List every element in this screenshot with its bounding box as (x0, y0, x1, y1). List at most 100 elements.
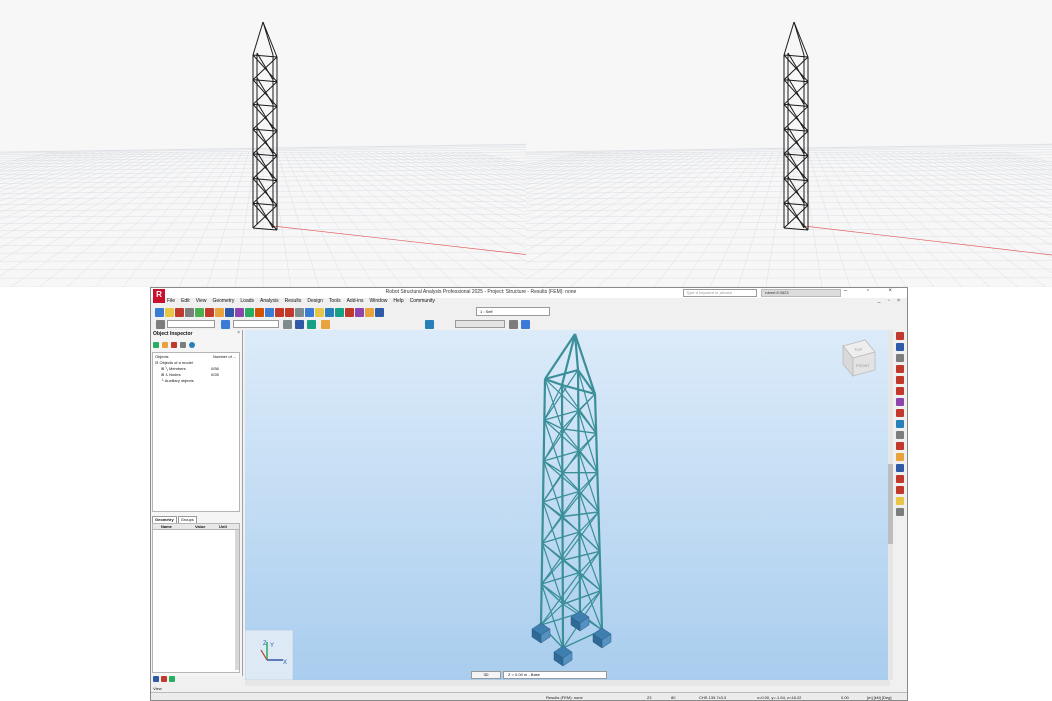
tab-groups[interactable]: Groups (177, 516, 197, 523)
tree-item-objects[interactable]: ⊟ Objects of a model (155, 360, 193, 365)
scrollbar-thumb[interactable] (888, 464, 893, 544)
load-case-select[interactable]: 1 : Self (476, 307, 550, 316)
level-selector[interactable]: Z = 0.00 m - Base (503, 671, 607, 679)
app-logo[interactable]: R (153, 289, 165, 303)
right-tool-icon[interactable] (896, 398, 904, 406)
toolbar-tool-icon[interactable] (165, 307, 174, 317)
right-tool-icon[interactable] (896, 508, 904, 516)
selection-icon[interactable] (156, 320, 165, 329)
tree-item-label: Nodes (169, 372, 181, 377)
toolbar-tool-icon[interactable] (175, 307, 184, 317)
right-tool-icon[interactable] (896, 497, 904, 505)
toolbar-tool-icon[interactable] (375, 307, 384, 317)
right-tool-icon[interactable] (896, 486, 904, 494)
viewport-horizontal-scrollbar[interactable] (245, 680, 890, 686)
props-col-name: Name (161, 524, 172, 529)
toolbar-tool-icon[interactable] (355, 307, 364, 317)
attributes-icon[interactable] (161, 676, 167, 682)
toolbar-tool-icon[interactable] (265, 307, 274, 317)
selection-dropdown[interactable] (167, 320, 215, 328)
search-input[interactable]: Type a keyword or phrase (683, 289, 757, 297)
user-account[interactable]: robert.fl 0623 (761, 289, 841, 297)
status-section[interactable]: CHS 139.7x3.3 (699, 695, 726, 700)
menu-results[interactable]: Results (285, 298, 308, 306)
menu-tools[interactable]: Tools (329, 298, 347, 306)
screen-icon[interactable] (295, 320, 304, 329)
close-icon[interactable]: × (237, 330, 240, 336)
tab-geometry[interactable]: Geometry (152, 516, 177, 523)
menu-window[interactable]: Window (370, 298, 394, 306)
toolbar-tool-icon[interactable] (305, 307, 314, 317)
filter-icon[interactable] (153, 342, 159, 348)
help-icon[interactable] (189, 342, 195, 348)
right-tool-icon[interactable] (896, 343, 904, 351)
menu-analysis[interactable]: Analysis (260, 298, 285, 306)
status-count-1: 23 (647, 695, 652, 700)
toolbar-tool-icon[interactable] (205, 307, 214, 317)
toolbar-tool-icon[interactable] (185, 307, 194, 317)
toolbar-tool-icon[interactable] (215, 307, 224, 317)
toolbar-tool-icon[interactable] (195, 307, 204, 317)
toolbar-tool-icon[interactable] (335, 307, 344, 317)
right-tool-icon[interactable] (896, 453, 904, 461)
right-tool-icon[interactable] (896, 420, 904, 428)
filter-view-icon[interactable] (169, 676, 175, 682)
menu-loads[interactable]: Loads (240, 298, 260, 306)
3d-viewport[interactable]: TOP FRONT Z Y X (245, 330, 890, 680)
settings-icon[interactable] (171, 342, 177, 348)
properties-scrollbar[interactable] (235, 530, 239, 670)
toolbar-tool-icon[interactable] (365, 307, 374, 317)
document-controls[interactable]: _ ▫ × (878, 298, 903, 304)
right-tool-icon[interactable] (896, 332, 904, 340)
tree-item-auxiliary[interactable]: └ Auxiliary objects (161, 378, 194, 383)
search-icon[interactable] (180, 342, 186, 348)
tab-3d-view[interactable]: 3D (471, 671, 501, 679)
menu-design[interactable]: Design (307, 298, 329, 306)
right-tool-icon[interactable] (896, 475, 904, 483)
toolbar-tool-icon[interactable] (225, 307, 234, 317)
toolbar-tool-icon[interactable] (345, 307, 354, 317)
layers-icon[interactable] (307, 320, 316, 329)
menu-view[interactable]: View (196, 298, 213, 306)
coords-icon[interactable] (425, 320, 434, 329)
toolbar-tool-icon[interactable] (315, 307, 324, 317)
sort-icon[interactable] (162, 342, 168, 348)
menu-edit[interactable]: Edit (181, 298, 196, 306)
menu-geometry[interactable]: Geometry (212, 298, 240, 306)
display-icon[interactable] (283, 320, 292, 329)
toolbar-tool-icon[interactable] (245, 307, 254, 317)
right-tool-icon[interactable] (896, 354, 904, 362)
toolbar-tool-icon[interactable] (285, 307, 294, 317)
right-tool-icon[interactable] (896, 464, 904, 472)
menu-add-ins[interactable]: Add-ins (347, 298, 370, 306)
toolbar-tool-icon[interactable] (295, 307, 304, 317)
right-tool-icon[interactable] (896, 387, 904, 395)
section-dropdown[interactable] (233, 320, 279, 328)
status-units[interactable]: [m] [kN] [Deg] (867, 695, 891, 700)
properties-header: Name Value Unit (153, 524, 239, 530)
right-tool-icon[interactable] (896, 431, 904, 439)
right-tool-icon[interactable] (896, 365, 904, 373)
right-tool-icon[interactable] (896, 409, 904, 417)
right-tool-icon[interactable] (896, 442, 904, 450)
section-icon[interactable] (221, 320, 230, 329)
toolbar-tool-icon[interactable] (235, 307, 244, 317)
menu-community[interactable]: Community (410, 298, 441, 306)
view-icon[interactable] (153, 676, 159, 682)
eye-icon[interactable] (509, 320, 518, 329)
viewport-vertical-scrollbar[interactable] (888, 330, 893, 680)
measure-icon[interactable] (521, 320, 530, 329)
props-col-value: Value (195, 524, 206, 529)
window-controls[interactable]: – ▫ × (844, 288, 901, 294)
toolbar-tool-icon[interactable] (155, 307, 164, 317)
grid-icon[interactable] (321, 320, 330, 329)
toolbar-tool-icon[interactable] (255, 307, 264, 317)
tree-item-members[interactable]: ⊞ ╲ Members 0/58 (161, 366, 241, 371)
toolbar-tool-icon[interactable] (275, 307, 284, 317)
right-tool-icon[interactable] (896, 376, 904, 384)
menu-help[interactable]: Help (393, 298, 409, 306)
menu-file[interactable]: File (167, 298, 181, 306)
tree-item-nodes[interactable]: ⊞ ⅄ Nodes 0/28 (161, 372, 241, 377)
coords-input[interactable] (455, 320, 505, 328)
toolbar-tool-icon[interactable] (325, 307, 334, 317)
